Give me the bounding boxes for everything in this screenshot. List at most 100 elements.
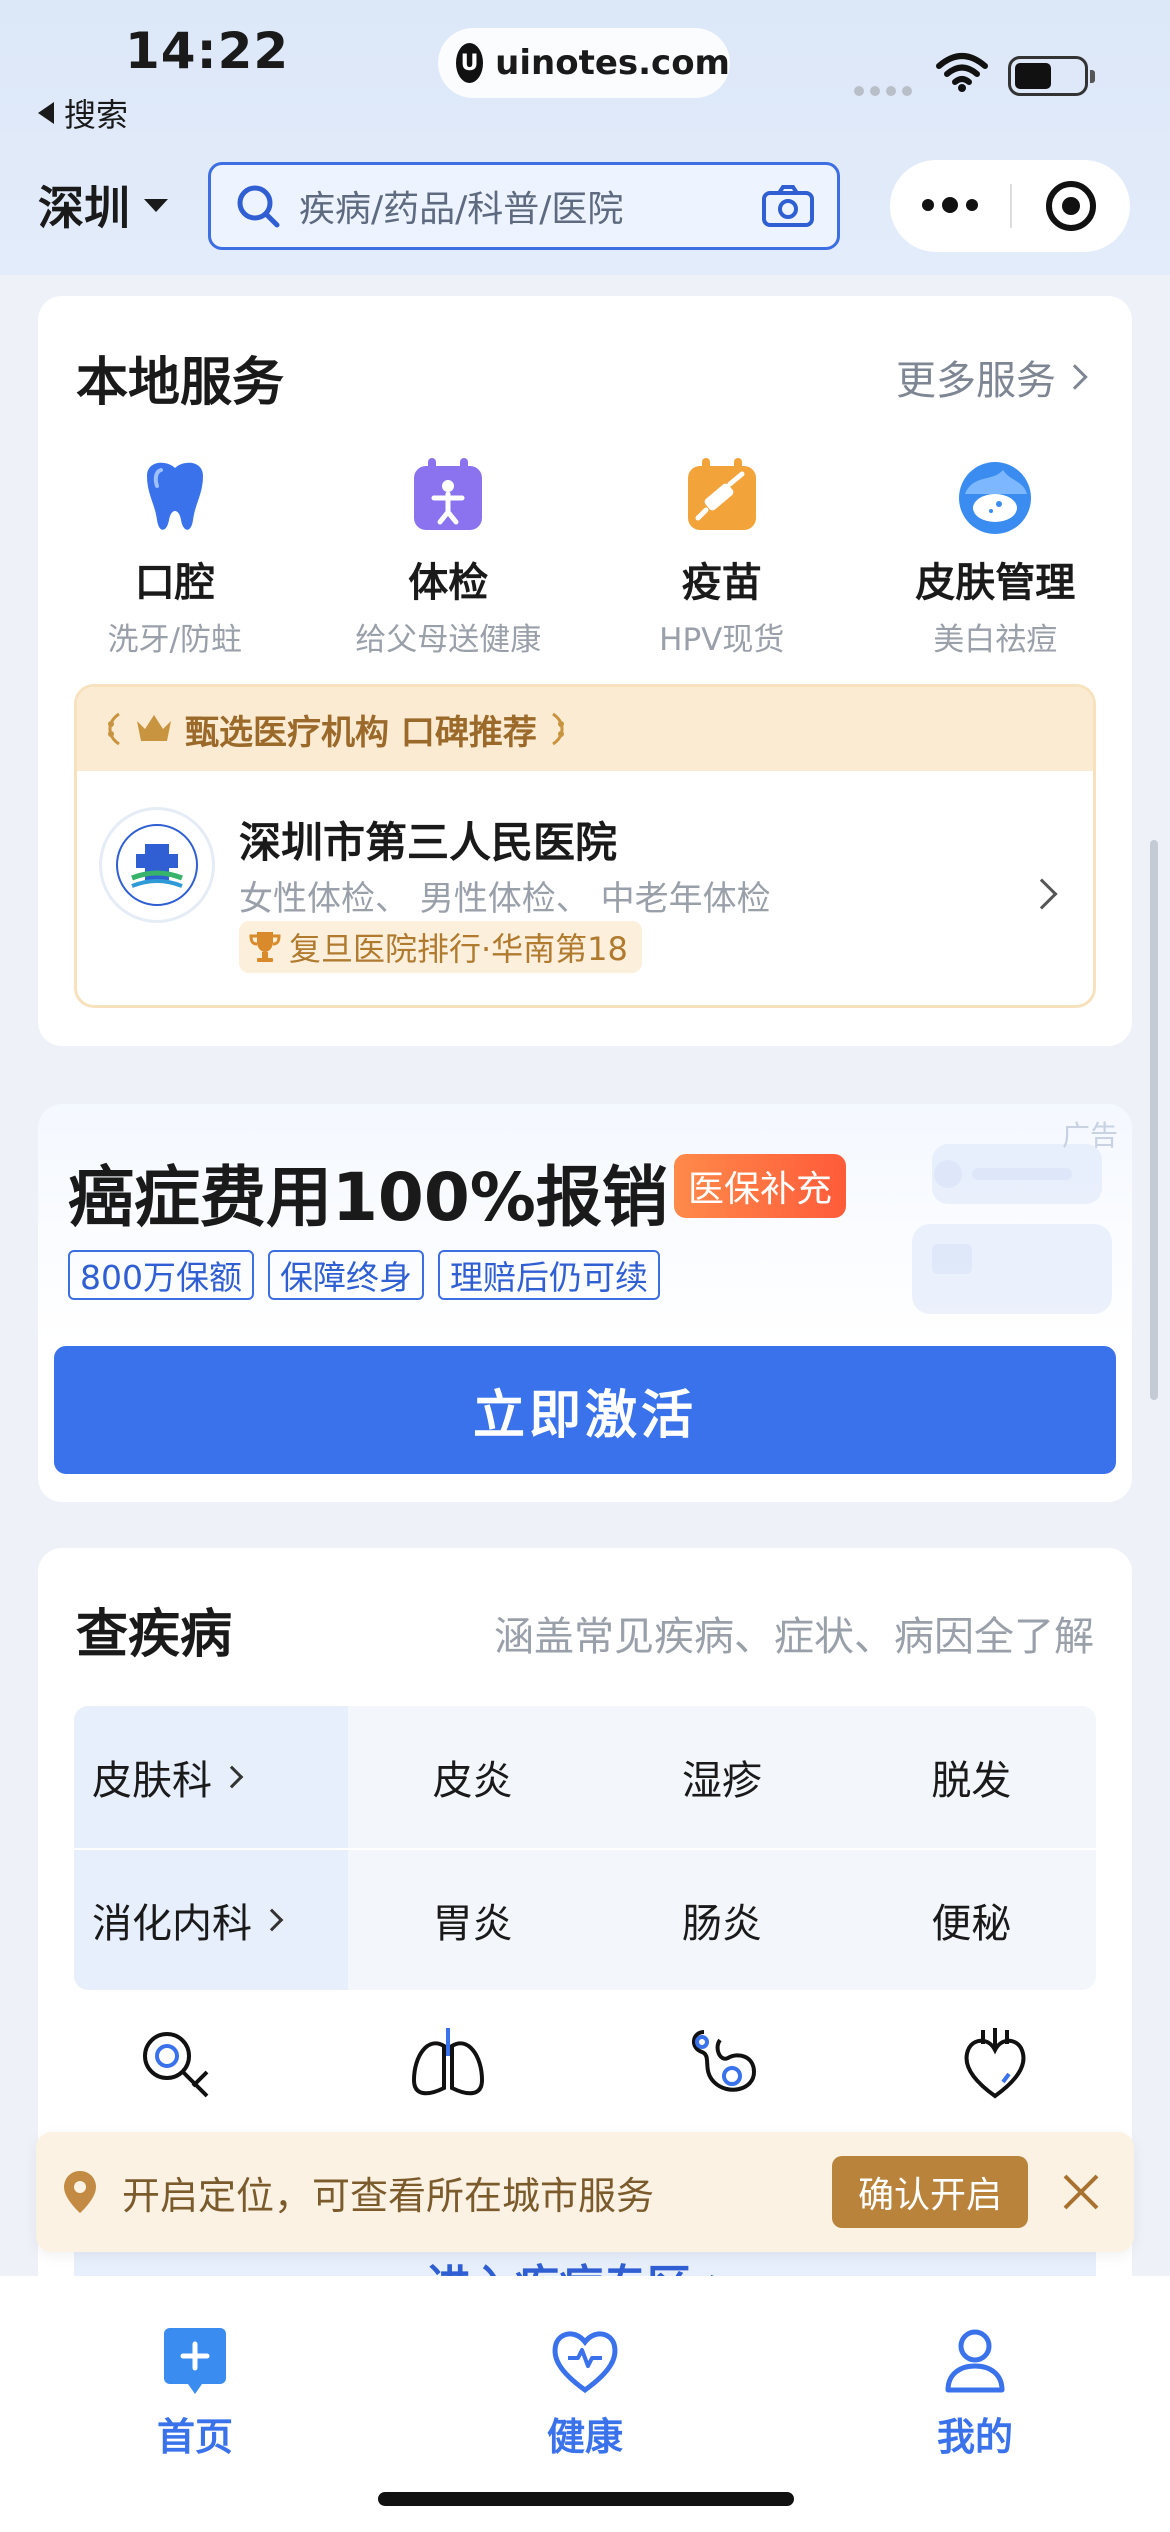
miniprogram-capsule — [890, 160, 1130, 252]
disease-item[interactable]: 皮炎 — [348, 1706, 597, 1848]
service-checkup[interactable]: 体检 给父母送健康 — [312, 454, 586, 659]
vaccine-syringe-icon — [687, 458, 756, 530]
home-indicator — [378, 2492, 794, 2506]
tooth-icon — [146, 462, 203, 530]
heart-pulse-icon — [552, 2331, 618, 2394]
category-item[interactable] — [585, 2026, 859, 2102]
dept-dermatology[interactable]: 皮肤科 — [74, 1706, 348, 1848]
service-skin[interactable]: 皮肤管理 美白祛痘 — [859, 454, 1133, 659]
chevron-right-icon — [220, 1765, 244, 1789]
hospital-emblem-icon — [116, 824, 198, 906]
location-banner-text: 开启定位，可查看所在城市服务 — [122, 2173, 655, 2218]
wifi-icon — [936, 53, 988, 92]
service-sub: 洗牙/防蛀 — [107, 622, 242, 658]
hospital-tags: 女性体检、 男性体检、 中老年体检 — [239, 879, 771, 919]
hospital-entry[interactable]: 深圳市第三人民医院 女性体检、 男性体检、 中老年体检 复旦医院排行·华南第18 — [77, 771, 1093, 1005]
service-name: 皮肤管理 — [915, 560, 1076, 606]
disease-item[interactable]: 胃炎 — [348, 1850, 597, 1990]
confirm-enable-button[interactable]: 确认开启 — [832, 2156, 1028, 2228]
hospital-name: 深圳市第三人民医院 — [239, 818, 618, 867]
back-arrow-icon — [38, 102, 54, 124]
service-sub: 给父母送健康 — [355, 622, 542, 658]
more-services-label: 更多服务 — [896, 358, 1056, 404]
insurance-promo-card: 广告 癌症费用100%报销 医保补充 800万保额 保障终身 理赔后仍可续 立即… — [38, 1104, 1132, 1502]
skin-face-icon — [959, 462, 1032, 534]
back-label: 搜索 — [64, 96, 129, 134]
location-pin-icon — [64, 2171, 96, 2213]
battery-icon — [1008, 56, 1095, 96]
promo-chip: 理赔后仍可续 — [438, 1250, 660, 1300]
rank-text: 复旦医院排行·华南第18 — [289, 930, 628, 968]
url-text: uinotes.com — [495, 43, 730, 83]
chevron-down-icon — [144, 198, 168, 212]
stomach-icon — [691, 2030, 756, 2092]
disease-item[interactable]: 脱发 — [847, 1706, 1096, 1848]
laurel-left-icon — [108, 712, 120, 746]
local-services-card: 本地服务 更多服务 口腔 洗牙/防蛀 体检 给父母送健康 疫苗 HPV现货 皮肤… — [38, 296, 1132, 1046]
service-sub: 美白祛痘 — [933, 622, 1058, 658]
home-plus-icon — [164, 2328, 226, 2394]
service-sub: HPV现货 — [659, 622, 785, 658]
promo-chips: 800万保额 保障终身 理赔后仍可续 — [68, 1250, 660, 1300]
section-title: 本地服务 — [76, 353, 285, 413]
user-icon — [945, 2329, 1005, 2393]
category-item[interactable] — [859, 2026, 1133, 2102]
promo-chip: 800万保额 — [68, 1250, 254, 1300]
disease-item[interactable]: 肠炎 — [597, 1850, 846, 1990]
ad-decoration — [912, 1144, 1112, 1314]
section-title: 查疾病 — [76, 1605, 233, 1665]
more-options-icon[interactable] — [890, 197, 1010, 213]
service-name: 体检 — [408, 560, 489, 606]
tab-home[interactable]: 首页 — [0, 2276, 390, 2532]
service-name: 疫苗 — [681, 560, 762, 606]
chevron-right-icon — [1062, 364, 1088, 390]
category-item[interactable] — [38, 2026, 312, 2102]
hospital-rank-badge: 复旦医院排行·华南第18 — [239, 921, 642, 973]
back-to-search-link[interactable]: 搜索 — [38, 90, 128, 136]
close-miniprogram-button[interactable] — [1012, 179, 1130, 233]
chevron-right-icon — [260, 1908, 284, 1932]
more-services-link[interactable]: 更多服务 — [896, 348, 1088, 406]
promo-badge: 医保补充 — [674, 1154, 847, 1218]
category-item[interactable] — [312, 2026, 586, 2102]
section-subtitle: 涵盖常见疾病、症状、病因全了解 — [494, 1614, 1094, 1660]
hospital-logo — [99, 807, 215, 923]
search-icon — [237, 185, 280, 228]
promo-title: 癌症费用100%报销 — [68, 1159, 668, 1236]
disease-item[interactable]: 便秘 — [847, 1850, 1096, 1990]
tab-mine[interactable]: 我的 — [780, 2276, 1170, 2532]
city-selector[interactable]: 深圳 — [38, 172, 168, 238]
disease-category-icons — [38, 2026, 1132, 2102]
magnifier-cross-icon — [142, 2032, 209, 2098]
crown-icon — [137, 715, 171, 741]
service-vaccine[interactable]: 疫苗 HPV现货 — [585, 454, 859, 659]
location-permission-banner: 开启定位，可查看所在城市服务 确认开启 — [36, 2132, 1134, 2252]
tab-label: 健康 — [546, 2415, 623, 2459]
lungs-icon — [412, 2028, 485, 2096]
dept-gastroenterology[interactable]: 消化内科 — [74, 1850, 348, 1990]
disease-item[interactable]: 湿疹 — [597, 1706, 846, 1848]
service-grid: 口腔 洗牙/防蛀 体检 给父母送健康 疫苗 HPV现货 皮肤管理 美白祛痘 — [38, 454, 1132, 659]
url-pill: U uinotes.com — [438, 28, 730, 98]
disease-row: 消化内科 胃炎 肠炎 便秘 — [74, 1848, 1096, 1990]
tab-label: 首页 — [156, 2415, 233, 2459]
promo-chip: 保障终身 — [268, 1250, 424, 1300]
service-dental[interactable]: 口腔 洗牙/防蛀 — [38, 454, 312, 659]
close-icon[interactable] — [1062, 2173, 1100, 2211]
status-time: 14:22 — [125, 22, 290, 80]
scrollbar[interactable] — [1150, 840, 1158, 1400]
trophy-icon — [249, 932, 281, 962]
camera-icon[interactable] — [761, 184, 815, 228]
checkup-calendar-icon — [414, 458, 483, 530]
tab-label: 我的 — [936, 2415, 1013, 2459]
city-name: 深圳 — [38, 181, 130, 235]
activate-button[interactable]: 立即激活 — [54, 1346, 1116, 1474]
chevron-right-icon — [1026, 878, 1058, 910]
search-input[interactable]: 疾病/药品/科普/医院 — [208, 162, 840, 250]
disease-grid: 皮肤科 皮炎 湿疹 脱发 消化内科 胃炎 肠炎 便秘 — [74, 1706, 1096, 1990]
site-logo-icon: U — [456, 43, 484, 83]
disease-row: 皮肤科 皮炎 湿疹 脱发 — [74, 1706, 1096, 1848]
service-name: 口腔 — [134, 560, 215, 606]
heart-icon — [964, 2028, 1026, 2099]
recommend-header: 甄选医疗机构 口碑推荐 — [77, 687, 1093, 771]
